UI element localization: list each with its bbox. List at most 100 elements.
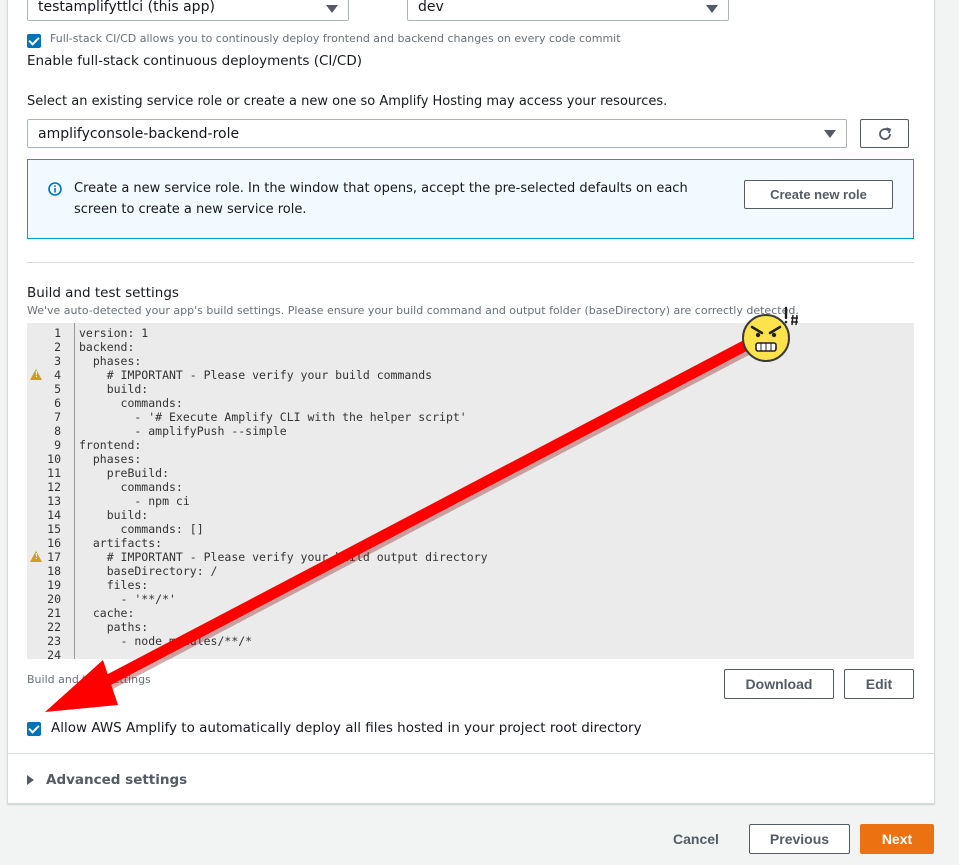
line-number: 7 [54,410,61,424]
line-number: 18 [47,564,61,578]
cicd-label: Enable full-stack continuous deployments… [27,53,363,69]
line-number: 5 [54,382,61,396]
line-number: 22 [47,620,61,634]
advanced-settings-toggle[interactable]: Advanced settings [27,771,187,789]
line-number: 2 [54,340,61,354]
line-source: commands: [79,396,183,410]
line-number: 13 [47,494,61,508]
edit-button[interactable]: Edit [844,669,914,699]
line-source: artifacts: [79,536,163,550]
app-select-value: testamplifyttlci (this app) [38,0,215,15]
line-number: 16 [47,536,61,550]
line-source: phases: [79,452,142,466]
cicd-checkbox[interactable] [27,34,41,48]
line-source: version: 1 [79,326,149,340]
download-button[interactable]: Download [724,669,834,699]
line-number: 14 [47,508,61,522]
create-new-role-button[interactable]: Create new role [744,180,893,209]
code-line: 12 commands: [27,480,914,494]
code-line: 5 build: [27,382,914,396]
env-select-value: dev [418,0,444,15]
app-select[interactable]: testamplifyttlci (this app) [27,0,349,21]
chevron-down-icon [326,4,338,13]
line-source: baseDirectory: / [79,564,218,578]
next-button[interactable]: Next [860,824,934,854]
line-number: 15 [47,522,61,536]
line-number: 20 [47,592,61,606]
code-line: 21 cache: [27,606,914,620]
line-number: 10 [47,452,61,466]
line-source: phases: [79,354,142,368]
auto-deploy-label: Allow AWS Amplify to automatically deplo… [51,720,642,736]
code-line: 9 frontend: [27,438,914,452]
line-source: - '**/*' [79,592,176,606]
code-line: 14 build: [27,508,914,522]
chevron-down-icon [706,4,718,13]
code-line: 8 - amplifyPush --simple [27,424,914,438]
line-source: - npm ci [79,494,190,508]
line-source: files: [79,578,149,592]
line-number: 3 [54,354,61,368]
code-line: 11 preBuild: [27,466,914,480]
caret-right-icon [27,775,34,785]
line-source: frontend: [79,438,142,452]
chevron-down-icon [824,129,836,138]
service-role-label: Select an existing service role or creat… [27,94,668,109]
line-source: build: [79,382,149,396]
service-role-select[interactable]: amplifyconsole-backend-role [27,119,847,148]
code-line: 15 commands: [] [27,522,914,536]
refresh-button[interactable] [860,119,909,148]
refresh-icon [878,126,891,140]
line-number: 24 [47,648,61,659]
code-line: 4 # IMPORTANT - Please verify your build… [27,368,914,382]
line-source: - amplifyPush --simple [79,424,287,438]
code-line: 1 version: 1 [27,326,914,340]
line-source: backend: [79,340,135,354]
code-line: 20 - '**/*' [27,592,914,606]
code-line: 13 - npm ci [27,494,914,508]
code-line: 18 baseDirectory: / [27,564,914,578]
line-source: build: [79,508,149,522]
build-title: Build and test settings [27,285,179,301]
line-number: 19 [47,578,61,592]
code-line: 22 paths: [27,620,914,634]
line-number: 12 [47,480,61,494]
info-text-line2: screen to create a new service role. [74,202,307,217]
cicd-hint: Full-stack CI/CD allows you to continous… [50,32,621,45]
auto-deploy-checkbox[interactable] [27,722,41,736]
line-source: commands: [] [79,522,204,536]
line-number: 17 [47,550,61,564]
section-divider [27,262,914,263]
code-line: 3 phases: [27,354,914,368]
line-number: 4 [54,368,61,382]
line-source: - '# Execute Amplify CLI with the helper… [79,410,467,424]
line-number: 8 [54,424,61,438]
build-footer-label: Build and test settings [27,673,151,686]
line-source: # IMPORTANT - Please verify your build o… [79,550,488,564]
line-source: - node_modules/**/* [79,634,253,648]
info-icon [48,182,62,196]
code-line: 6 commands: [27,396,914,410]
line-source: # IMPORTANT - Please verify your build c… [79,368,433,382]
info-alert: Create a new service role. In the window… [27,159,914,239]
line-number: 11 [47,466,61,480]
line-number: 23 [47,634,61,648]
line-number: 9 [54,438,61,452]
line-number: 1 [54,326,61,340]
code-line: 17 # IMPORTANT - Please verify your buil… [27,550,914,564]
line-number: 21 [47,606,61,620]
line-number: 6 [54,396,61,410]
cancel-button[interactable]: Cancel [660,824,732,854]
service-role-value: amplifyconsole-backend-role [38,125,240,142]
build-spec-editor[interactable]: 1version: 12backend:3 phases:4 # IMPORTA… [27,323,914,659]
line-source: commands: [79,480,183,494]
line-source: cache: [79,606,135,620]
code-line: 10 phases: [27,452,914,466]
code-line: 2 backend: [27,340,914,354]
code-line: 23 - node_modules/**/* [27,634,914,648]
env-select[interactable]: dev [407,0,729,21]
code-line: 16 artifacts: [27,536,914,550]
previous-button[interactable]: Previous [749,824,850,854]
code-line: 7 - '# Execute Amplify CLI with the help… [27,410,914,424]
code-line: 19 files: [27,578,914,592]
